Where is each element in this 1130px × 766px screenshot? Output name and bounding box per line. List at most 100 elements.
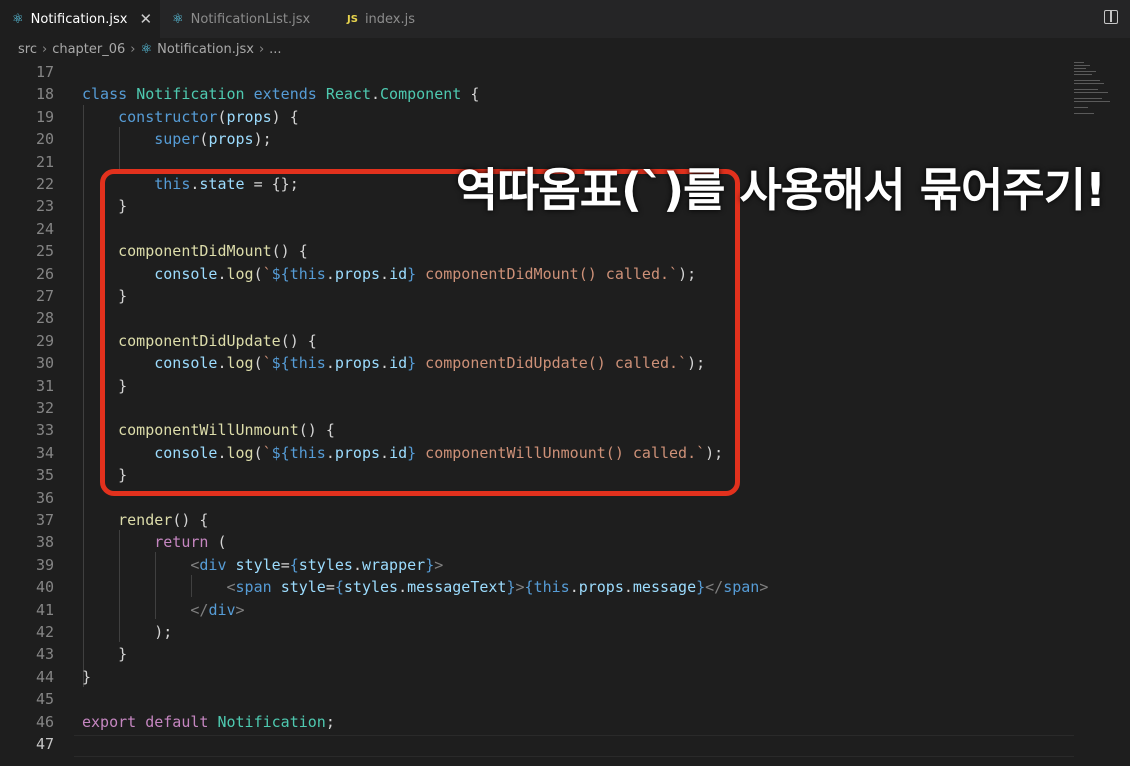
minimap[interactable] <box>1074 60 1122 120</box>
code-text: constructor(props) { <box>82 106 299 128</box>
tab-index-js[interactable]: JS index.js <box>335 0 460 38</box>
line-number[interactable]: 45 <box>0 688 54 710</box>
code-token: this <box>533 578 570 597</box>
line-number[interactable]: 34 <box>0 442 54 464</box>
line-number[interactable]: 37 <box>0 509 54 531</box>
code-text: <div style={styles.wrapper}> <box>82 554 443 576</box>
js-icon: JS <box>347 13 358 25</box>
code-token: span <box>235 578 281 597</box>
line-number[interactable]: 47 <box>0 733 54 755</box>
line-number[interactable]: 26 <box>0 263 54 285</box>
code-token: div <box>208 600 236 619</box>
code-token: } <box>696 578 706 597</box>
code-text: class Notification extends React.Compone… <box>82 83 479 105</box>
line-number[interactable]: 38 <box>0 531 54 553</box>
tab-notificationlist-jsx[interactable]: ⚛ NotificationList.jsx <box>160 0 335 38</box>
code-token: render <box>118 511 173 529</box>
line-number[interactable]: 23 <box>0 195 54 217</box>
line-number[interactable]: 20 <box>0 128 54 150</box>
code-token: styles <box>343 578 399 597</box>
code-token: . <box>371 85 381 104</box>
code-token: extends <box>253 85 326 104</box>
code-text: } <box>82 666 91 688</box>
code-token: } <box>82 645 128 664</box>
code-token: ( <box>217 107 227 126</box>
code-token: < <box>226 578 236 597</box>
chevron-right-icon: › <box>41 41 48 57</box>
line-number[interactable]: 41 <box>0 599 54 621</box>
line-number[interactable]: 32 <box>0 397 54 419</box>
code-text: return ( <box>82 531 227 553</box>
code-token: div <box>199 555 236 574</box>
line-number[interactable]: 33 <box>0 419 54 441</box>
code-token: } <box>425 555 435 574</box>
line-number[interactable]: 24 <box>0 218 54 240</box>
code-token: props <box>226 107 272 126</box>
code-token: { <box>289 555 299 574</box>
code-token: ( <box>208 533 227 552</box>
line-number[interactable]: 29 <box>0 330 54 352</box>
code-token: ) { <box>271 107 299 126</box>
code-text: render() { <box>82 509 208 531</box>
code-token: . <box>398 578 408 597</box>
breadcrumb-item[interactable]: src <box>18 42 37 57</box>
code-token: default <box>145 712 218 731</box>
line-number[interactable]: 30 <box>0 352 54 374</box>
line-number[interactable]: 18 <box>0 83 54 105</box>
react-icon: ⚛ <box>172 11 184 27</box>
code-token: </ <box>705 578 724 597</box>
code-token: Component <box>380 85 462 104</box>
line-number[interactable]: 22 <box>0 173 54 195</box>
line-number[interactable]: 21 <box>0 151 54 173</box>
code-text: ); <box>82 621 172 643</box>
breadcrumb-item[interactable]: ... <box>269 42 281 57</box>
code-token: } <box>506 578 516 597</box>
line-number[interactable]: 42 <box>0 621 54 643</box>
code-token: } <box>82 667 92 686</box>
code-token: style <box>280 578 326 597</box>
line-number[interactable]: 19 <box>0 106 54 128</box>
code-token: class <box>82 85 137 104</box>
tab-notification-jsx[interactable]: ⚛ Notification.jsx ✕ <box>0 0 160 38</box>
tab-label: Notification.jsx <box>30 11 128 27</box>
line-number[interactable]: 36 <box>0 487 54 509</box>
line-number[interactable]: 40 <box>0 576 54 598</box>
code-token: export <box>82 712 146 731</box>
code-token: ; <box>325 712 335 731</box>
code-token: ); <box>82 623 173 641</box>
chevron-right-icon: › <box>258 41 265 57</box>
code-token: return <box>154 533 209 552</box>
code-token: > <box>434 555 444 574</box>
code-token: = <box>325 578 335 597</box>
line-number[interactable]: 28 <box>0 307 54 329</box>
close-icon[interactable]: ✕ <box>139 10 152 28</box>
code-token: { <box>524 578 534 597</box>
line-number[interactable]: 39 <box>0 554 54 576</box>
split-editor-icon[interactable] <box>1104 10 1118 24</box>
line-number[interactable]: 25 <box>0 240 54 262</box>
line-number[interactable]: 31 <box>0 375 54 397</box>
tab-bar: ⚛ Notification.jsx ✕ ⚛ NotificationList.… <box>0 0 1130 38</box>
line-number[interactable]: 43 <box>0 643 54 665</box>
code-token: () { <box>172 511 209 529</box>
code-text: </div> <box>82 599 244 621</box>
code-text: super(props); <box>82 128 271 150</box>
vertical-scrollbar[interactable] <box>1122 60 1130 766</box>
code-token: props <box>208 130 254 149</box>
line-number[interactable]: 46 <box>0 711 54 733</box>
breadcrumb-item[interactable]: chapter_06 <box>52 42 125 57</box>
line-number[interactable]: 35 <box>0 464 54 486</box>
line-number[interactable]: 27 <box>0 285 54 307</box>
code-token: . <box>352 555 362 574</box>
breadcrumb-item[interactable]: Notification.jsx <box>157 42 254 57</box>
code-token: super <box>154 130 200 149</box>
code-text: } <box>82 643 127 665</box>
code-token: message <box>632 578 697 597</box>
line-number[interactable]: 17 <box>0 61 54 83</box>
line-number[interactable]: 44 <box>0 666 54 688</box>
